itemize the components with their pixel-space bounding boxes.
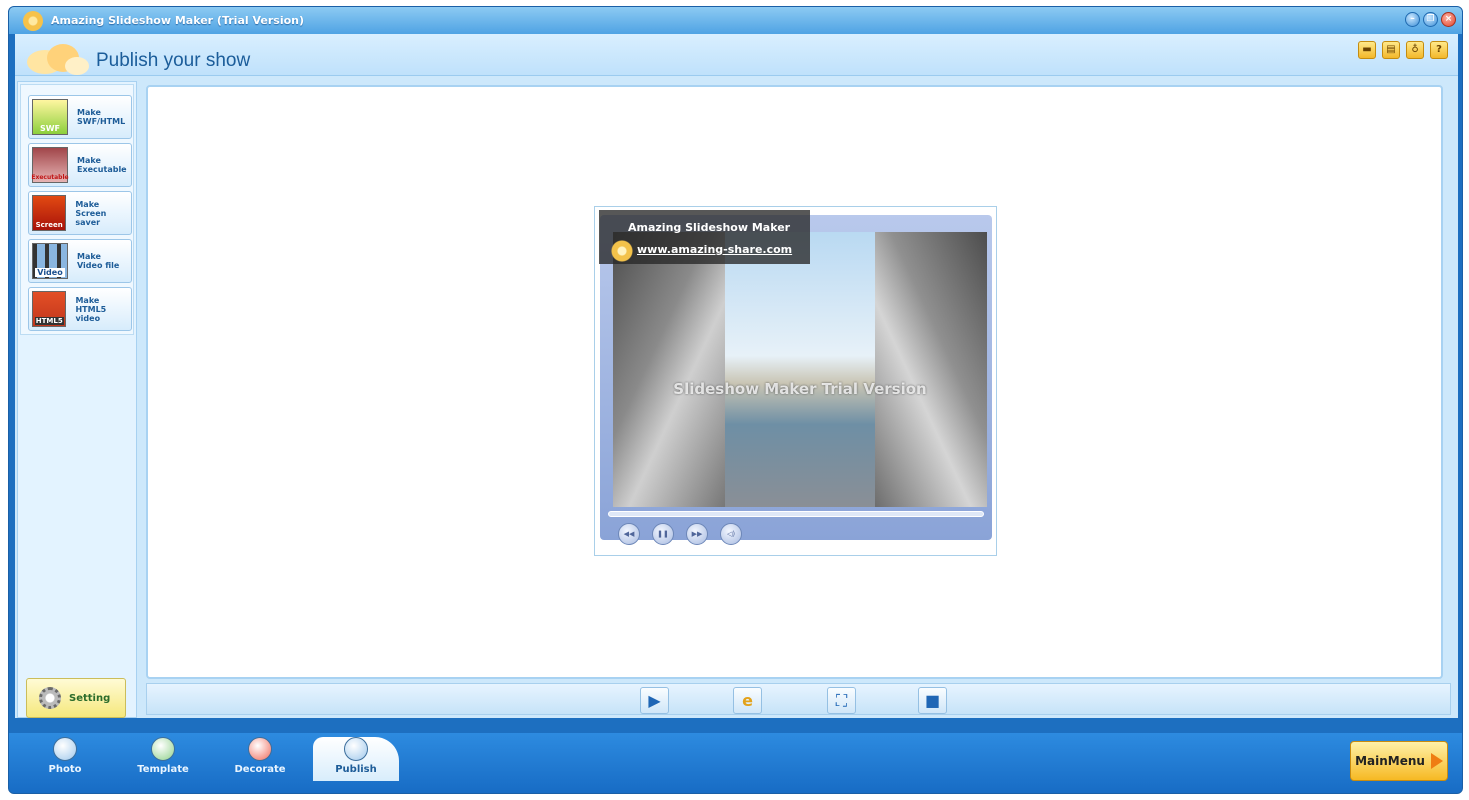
help-icon[interactable]: ?	[1430, 41, 1448, 59]
make-label-line2: SWF/HTML	[77, 117, 126, 126]
gear-icon	[39, 687, 61, 709]
make-html5-video-label: Make HTML5 video	[75, 296, 131, 323]
tab-label: Photo	[48, 764, 82, 775]
restore-icon[interactable]: ❐	[1423, 12, 1438, 27]
slideshow-image: Slideshow Maker Trial Version	[613, 232, 987, 507]
folder-icon[interactable]: ▬	[1358, 41, 1376, 59]
make-label-line1: Make	[77, 108, 101, 117]
make-label-line2: Video file	[77, 261, 120, 270]
make-label-line2: Screen saver	[75, 208, 107, 227]
decorate-icon	[248, 737, 272, 761]
executable-icon: Executable	[31, 147, 69, 183]
player-progress-bar[interactable]	[608, 511, 984, 517]
make-label-line1: Make	[77, 156, 101, 165]
main-area: SWF Make SWF/HTML Executable Make Execut…	[15, 76, 1458, 718]
publish-icon	[344, 737, 368, 761]
browser-icon[interactable]: e	[733, 687, 762, 714]
fast-forward-icon[interactable]: ▶▶	[686, 523, 708, 545]
make-label-line1: Make	[75, 199, 100, 209]
trial-watermark: Slideshow Maker Trial Version	[673, 380, 927, 398]
player-controls: ◀◀ ❚❚ ▶▶ ◁)	[618, 523, 742, 545]
photo-icon	[53, 737, 77, 761]
header-toolbar: ▬ ▤ ♁ ?	[1358, 41, 1448, 59]
brand-overlay: Amazing Slideshow Maker www.amazing-shar…	[599, 210, 810, 264]
window-controls: – ❐ ×	[1405, 12, 1456, 27]
tab-template[interactable]: Template	[123, 737, 203, 785]
make-screen-saver-button[interactable]: Screen Make Screen saver	[28, 191, 132, 235]
preview-area: Slideshow Maker Trial Version ◀◀ ❚❚ ▶▶ ◁…	[146, 85, 1443, 679]
make-label-line1: Make	[77, 252, 101, 261]
stop-icon[interactable]: ■	[918, 687, 947, 714]
fullscreen-icon[interactable]: ⛶	[827, 687, 856, 714]
play-icon[interactable]: ▶	[640, 687, 669, 714]
preview-control-bar: ▶ e ⛶ ■	[146, 683, 1451, 715]
main-menu-label: MainMenu	[1355, 754, 1425, 768]
make-label-line2: HTML5 video	[75, 304, 107, 323]
setting-label: Setting	[69, 692, 111, 704]
executable-icon-text: Executable	[31, 174, 69, 181]
tab-photo[interactable]: Photo	[25, 737, 105, 785]
slide-left-panel	[613, 232, 725, 507]
publish-options-panel: SWF Make SWF/HTML Executable Make Execut…	[20, 84, 134, 335]
make-video-file-label: Make Video file	[77, 252, 119, 270]
tab-publish[interactable]: Publish	[313, 737, 399, 781]
html5-icon: HTML5	[32, 291, 67, 327]
volume-icon[interactable]: ◁)	[720, 523, 742, 545]
tab-label: Decorate	[234, 764, 286, 775]
screensaver-icon-text: Screen	[35, 221, 63, 229]
make-video-file-button[interactable]: Video Make Video file	[28, 239, 132, 283]
rewind-icon[interactable]: ◀◀	[618, 523, 640, 545]
make-swf-html-label: Make SWF/HTML	[77, 108, 125, 126]
app-logo-icon	[23, 10, 43, 31]
make-label-line1: Make	[75, 295, 100, 305]
minimize-icon[interactable]: –	[1405, 12, 1420, 27]
make-label-line2: Executable	[77, 165, 127, 174]
slideshow-player: Slideshow Maker Trial Version ◀◀ ❚❚ ▶▶ ◁…	[594, 206, 997, 556]
app-window: Amazing Slideshow Maker (Trial Version) …	[8, 6, 1463, 794]
lightbulb-icon[interactable]: ♁	[1406, 41, 1424, 59]
make-executable-label: Make Executable	[77, 156, 127, 174]
slide-right-panel	[875, 232, 987, 507]
title-bar: Amazing Slideshow Maker (Trial Version) …	[9, 7, 1462, 34]
swf-icon: SWF	[32, 99, 68, 135]
sidebar: SWF Make SWF/HTML Executable Make Execut…	[17, 81, 137, 718]
template-icon	[151, 737, 175, 761]
brand-title: Amazing Slideshow Maker	[628, 221, 791, 234]
page-header: Publish your show ▬ ▤ ♁ ?	[15, 34, 1458, 76]
html5-icon-text: HTML5	[34, 317, 64, 325]
make-swf-html-button[interactable]: SWF Make SWF/HTML	[28, 95, 132, 139]
window-title: Amazing Slideshow Maker (Trial Version)	[51, 14, 305, 27]
make-screen-saver-label: Make Screen saver	[75, 200, 131, 227]
bottom-nav: Photo Template Decorate Publish MainMenu	[9, 733, 1462, 793]
main-menu-button[interactable]: MainMenu	[1350, 741, 1448, 781]
pause-icon[interactable]: ❚❚	[652, 523, 674, 545]
setting-button[interactable]: Setting	[26, 678, 126, 718]
save-icon[interactable]: ▤	[1382, 41, 1400, 59]
brand-logo-icon	[611, 240, 633, 262]
tab-label: Template	[137, 764, 189, 775]
tab-label: Publish	[335, 764, 377, 775]
tab-decorate[interactable]: Decorate	[220, 737, 300, 785]
brand-url-link[interactable]: www.amazing-share.com	[637, 243, 792, 256]
make-executable-button[interactable]: Executable Make Executable	[28, 143, 132, 187]
page-title: Publish your show	[96, 50, 251, 71]
arrow-right-icon	[1430, 753, 1443, 769]
video-icon: Video	[32, 243, 68, 279]
video-icon-text: Video	[35, 268, 65, 277]
close-icon[interactable]: ×	[1441, 12, 1456, 27]
swf-icon-text: SWF	[39, 124, 61, 133]
make-html5-video-button[interactable]: HTML5 Make HTML5 video	[28, 287, 132, 331]
screensaver-icon: Screen	[32, 195, 67, 231]
header-logo-icon	[27, 44, 89, 75]
slide-center-panel	[725, 232, 875, 507]
